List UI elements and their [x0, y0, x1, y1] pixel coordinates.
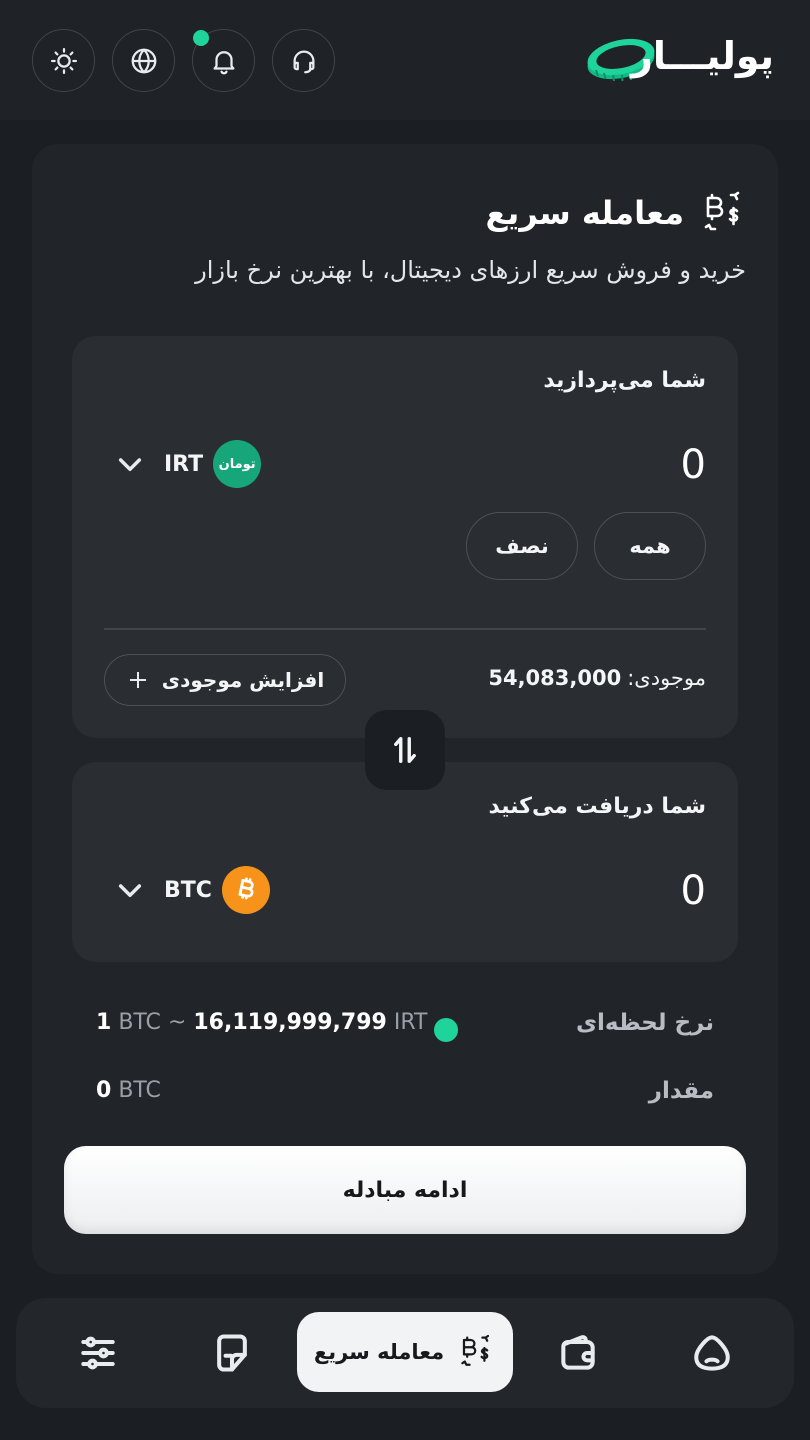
rate-value: 1 BTC ~ 16,119,999,799 IRT	[96, 1010, 427, 1035]
live-status-dot	[434, 1018, 458, 1042]
rate-left-qty: 1	[96, 1010, 112, 1035]
globe-icon	[131, 48, 156, 73]
balance-label: موجودی:	[627, 666, 706, 690]
quantity-number: 0	[96, 1078, 112, 1103]
add-balance-label: افزایش موجودی	[161, 668, 325, 692]
page-title: معامله سریع	[485, 194, 684, 232]
receive-currency-select[interactable]: BTC	[114, 866, 270, 914]
receive-currency-code: BTC	[164, 877, 212, 903]
rate-row: نرخ لحظه‌ای 1 BTC ~ 16,119,999,799 IRT	[96, 1006, 714, 1046]
receive-label: شما دریافت می‌کنید	[488, 794, 706, 819]
balance-value: 54,083,000	[488, 666, 622, 690]
nav-home[interactable]	[690, 1331, 734, 1375]
brand-name: پولیـــار	[631, 34, 774, 78]
chevron-down-icon	[118, 458, 142, 472]
all-button[interactable]: همه	[594, 512, 706, 580]
headset-icon	[293, 50, 314, 73]
chevron-down-icon	[118, 884, 142, 898]
orders-icon	[217, 1334, 247, 1372]
sliders-icon	[81, 1336, 115, 1370]
exchange-currency-icon	[704, 191, 740, 231]
swap-arrows-icon	[394, 736, 416, 764]
page-subtitle: خرید و فروش سریع ارزهای دیجیتال، با بهتر…	[195, 256, 746, 284]
quantity-row: مقدار 0 BTC	[96, 1074, 714, 1114]
top-header: پولیـــار	[0, 0, 810, 120]
nav-quick-trade[interactable]: معامله سریع	[297, 1312, 513, 1392]
nav-wallet[interactable]	[556, 1331, 600, 1375]
language-button[interactable]	[112, 29, 175, 92]
receive-panel: شما دریافت می‌کنید 0 BTC	[72, 762, 738, 962]
nav-settings[interactable]	[76, 1331, 120, 1375]
support-button[interactable]	[272, 29, 335, 92]
theme-toggle-button[interactable]	[32, 29, 95, 92]
nav-quick-trade-label: معامله سریع	[313, 1340, 445, 1364]
rate-left-unit: BTC	[118, 1010, 161, 1035]
half-button[interactable]: نصف	[466, 512, 578, 580]
quantity-value: 0 BTC	[96, 1078, 161, 1103]
pay-label: شما می‌پردازید	[543, 368, 706, 393]
add-balance-button[interactable]: افزایش موجودی	[104, 654, 346, 706]
sun-icon	[50, 47, 77, 74]
bell-icon	[213, 50, 234, 74]
home-icon	[694, 1335, 730, 1371]
toman-badge-text: تومان	[218, 456, 256, 472]
balance-row: موجودی:54,083,000	[488, 666, 706, 690]
nav-orders[interactable]	[210, 1331, 254, 1375]
app-screen: پولیـــار معامله سریع خرید و فروش سریع ا…	[0, 0, 810, 1440]
quantity-unit: BTC	[118, 1078, 161, 1103]
pay-amount-input[interactable]: 0	[681, 442, 706, 488]
pay-panel: شما می‌پردازید 0 IRT تومان همه نصف موجود…	[72, 336, 738, 738]
brand-logo: پولیـــار	[584, 30, 774, 88]
continue-exchange-button[interactable]: ادامه مبادله	[64, 1146, 746, 1234]
rate-approx: ~	[167, 1010, 187, 1035]
pay-currency-select[interactable]: IRT تومان	[114, 440, 262, 488]
divider	[104, 628, 706, 630]
rate-price: 16,119,999,799	[193, 1010, 387, 1035]
wallet-icon	[561, 1335, 595, 1370]
toman-coin-icon: تومان	[213, 440, 262, 488]
pay-currency-code: IRT	[164, 451, 204, 477]
rate-label: نرخ لحظه‌ای	[575, 1010, 714, 1036]
exchange-currency-icon	[461, 1334, 490, 1366]
quantity-label: مقدار	[648, 1078, 714, 1104]
bitcoin-coin-icon	[221, 866, 270, 914]
bitcoin-icon	[238, 877, 254, 900]
quick-trade-card: معامله سریع خرید و فروش سریع ارزهای دیجی…	[32, 144, 778, 1274]
rate-unit: IRT	[393, 1010, 428, 1035]
bottom-navigation: معامله سریع	[16, 1298, 794, 1408]
card-header: معامله سریع	[485, 188, 748, 238]
plus-icon	[129, 672, 146, 688]
notification-dot	[193, 30, 209, 46]
swap-direction-button[interactable]	[365, 710, 445, 790]
receive-amount-input[interactable]: 0	[681, 868, 706, 914]
